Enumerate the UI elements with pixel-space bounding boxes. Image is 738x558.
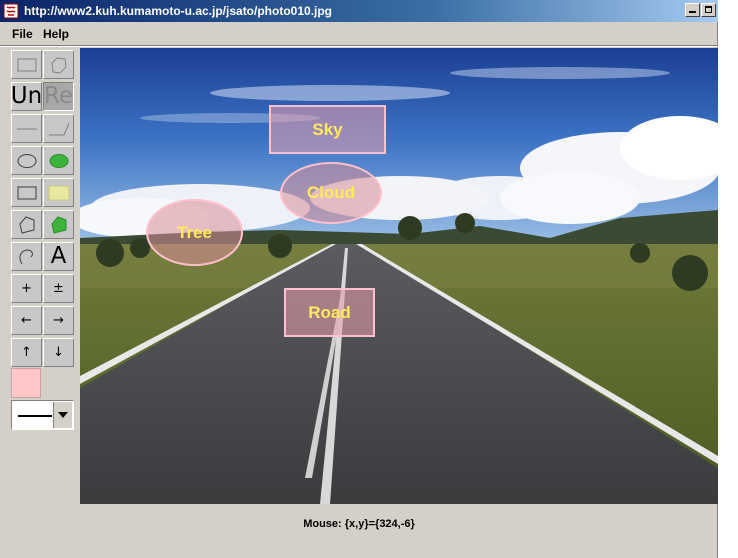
arrow-left-icon: ← bbox=[21, 313, 32, 328]
filled-polygon-tool[interactable] bbox=[43, 210, 74, 239]
freeform-select-tool[interactable] bbox=[43, 50, 74, 79]
text-tool-label: A bbox=[50, 243, 67, 269]
redo-button[interactable]: Re bbox=[43, 82, 74, 111]
menu-separator bbox=[0, 45, 718, 47]
move-right-button[interactable]: → bbox=[43, 306, 74, 335]
rectangle-outline-icon bbox=[17, 58, 36, 71]
resize-button[interactable]: ± bbox=[43, 274, 74, 303]
road-photo bbox=[80, 48, 718, 504]
rectangle-select-tool[interactable] bbox=[11, 50, 42, 79]
plus-minus-icon: ± bbox=[53, 281, 64, 296]
minimize-button[interactable] bbox=[685, 3, 700, 17]
annotation-cloud-label: Cloud bbox=[306, 183, 356, 202]
enlarge-button[interactable]: + bbox=[11, 274, 42, 303]
menu-help[interactable]: Help bbox=[43, 27, 69, 41]
ellipse-outline-icon bbox=[17, 153, 36, 168]
photo-canvas[interactable]: Sky Cloud Tree Road bbox=[80, 48, 718, 504]
title-bar[interactable]: http://www2.kuh.kumamoto-u.ac.jp/jsato/p… bbox=[0, 0, 718, 22]
arrow-down-icon: ↓ bbox=[53, 345, 64, 360]
polygon-filled-icon bbox=[50, 215, 66, 234]
move-left-button[interactable]: ← bbox=[11, 306, 42, 335]
ellipse-filled-icon bbox=[49, 153, 68, 168]
menu-file[interactable]: File bbox=[12, 27, 33, 41]
lasso-icon bbox=[50, 56, 67, 74]
menu-bar: File Help bbox=[0, 24, 718, 44]
filled-rectangle-tool[interactable] bbox=[43, 178, 74, 207]
line-width-preview bbox=[18, 415, 52, 417]
redo-label: Re bbox=[43, 83, 74, 109]
java-applet-icon bbox=[3, 3, 19, 19]
plus-icon: + bbox=[21, 281, 32, 296]
filled-ellipse-tool[interactable] bbox=[43, 146, 74, 175]
polyline-icon bbox=[48, 122, 69, 135]
rectangle-filled-icon bbox=[48, 185, 69, 200]
annotation-cloud[interactable]: Cloud bbox=[280, 162, 382, 224]
polygon-outline-icon bbox=[18, 215, 34, 234]
text-tool[interactable]: A bbox=[43, 242, 74, 271]
annotation-tree[interactable]: Tree bbox=[146, 199, 243, 266]
undo-button[interactable]: Un bbox=[11, 82, 42, 111]
mouse-position-status: Mouse: {x,y}={324,-6} bbox=[303, 518, 415, 530]
curve-tool[interactable] bbox=[11, 242, 42, 271]
undo-label: Un bbox=[10, 83, 43, 109]
annotation-road-label: Road bbox=[308, 302, 351, 322]
current-color-swatch[interactable] bbox=[11, 368, 41, 398]
window-title: http://www2.kuh.kumamoto-u.ac.jp/jsato/p… bbox=[24, 4, 333, 18]
dropdown-button[interactable] bbox=[53, 402, 72, 428]
applet-window: http://www2.kuh.kumamoto-u.ac.jp/jsato/p… bbox=[0, 0, 718, 558]
polygon-tool[interactable] bbox=[11, 210, 42, 239]
maximize-button[interactable] bbox=[701, 3, 716, 17]
rectangle-tool[interactable] bbox=[11, 178, 42, 207]
arrow-up-icon: ↑ bbox=[21, 345, 32, 360]
move-up-button[interactable]: ↑ bbox=[11, 338, 42, 367]
line-icon bbox=[16, 128, 37, 129]
chevron-down-icon bbox=[58, 412, 68, 418]
line-tool[interactable] bbox=[11, 114, 42, 143]
arrow-right-icon: → bbox=[53, 313, 64, 328]
polyline-tool[interactable] bbox=[43, 114, 74, 143]
tool-palette: Un Re A + ± ← → ↑ ↓ bbox=[9, 50, 75, 434]
curve-icon bbox=[18, 248, 33, 264]
annotation-tree-label: Tree bbox=[177, 222, 212, 242]
rectangle-icon bbox=[17, 186, 36, 199]
annotation-sky-label: Sky bbox=[312, 119, 343, 139]
move-down-button[interactable]: ↓ bbox=[43, 338, 74, 367]
line-width-select[interactable] bbox=[11, 400, 74, 430]
ellipse-tool[interactable] bbox=[11, 146, 42, 175]
annotation-sky[interactable]: Sky bbox=[269, 105, 386, 154]
annotation-road[interactable]: Road bbox=[284, 288, 375, 337]
